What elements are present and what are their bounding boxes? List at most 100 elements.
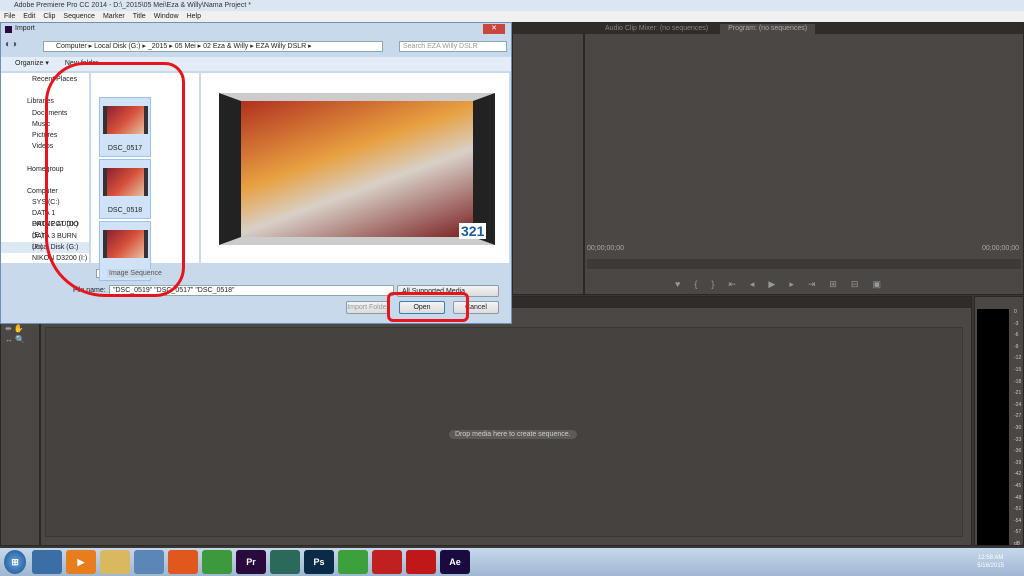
taskbar: ⊞ ▶ Pr Ps Ae 12:58 AM 5/16/2015 — [0, 548, 1024, 576]
menu-title[interactable]: Title — [133, 11, 146, 22]
meter-tick: -12 — [1014, 355, 1022, 362]
taskbar-app[interactable] — [372, 550, 402, 574]
address-bar[interactable]: Computer ▸ Local Disk (G:) ▸ _2015 ▸ 05 … — [43, 41, 383, 52]
taskbar-app[interactable] — [100, 550, 130, 574]
app-title-bar: Adobe Premiere Pro CC 2014 - D:\_2015\05… — [0, 0, 1024, 11]
taskbar-app[interactable]: Ps — [304, 550, 334, 574]
nav-item[interactable]: Computer — [1, 186, 89, 197]
taskbar-app[interactable] — [338, 550, 368, 574]
menu-window[interactable]: Window — [154, 11, 179, 22]
breadcrumb-item[interactable]: _2015 — [148, 43, 167, 50]
close-button[interactable]: ✕ — [483, 24, 505, 34]
meter-tick: 0 — [1014, 309, 1017, 315]
clock-date[interactable]: 5/16/2015 — [977, 562, 1004, 570]
taskbar-app[interactable]: Pr — [236, 550, 266, 574]
breadcrumb-item[interactable]: 02 Eza & Willy — [203, 43, 248, 50]
search-input[interactable]: Search EZA Willy DSLR — [399, 41, 507, 52]
breadcrumb-separator: ▸ — [306, 43, 312, 50]
back-forward-buttons[interactable]: ◐◑ — [5, 39, 39, 53]
taskbar-app[interactable] — [134, 550, 164, 574]
meter-tick: -9 — [1014, 343, 1019, 350]
taskbar-app[interactable] — [32, 550, 62, 574]
start-button[interactable]: ⊞ — [4, 550, 26, 574]
video-thumbnail — [103, 106, 148, 134]
nav-item[interactable]: Videos — [1, 141, 89, 152]
left-panel — [512, 22, 584, 295]
meter-tick: -42 — [1014, 471, 1022, 478]
nav-item[interactable]: Music — [1, 119, 89, 130]
meter-tick: -6 — [1014, 332, 1019, 339]
nav-item[interactable]: DATA 2 AUDIO (E:) — [1, 219, 89, 239]
program-monitor: Audio Clip Mixer: (no sequences) Program:… — [513, 22, 1024, 295]
image-sequence-label[interactable]: Image Sequence — [107, 269, 164, 278]
meter-tick: -36 — [1014, 448, 1022, 455]
tools-panel: ⇹ ✎⇼ ✋↔ 🔍 — [0, 296, 40, 546]
organize-button[interactable]: Organize ▾ — [15, 57, 49, 71]
clock-time[interactable]: 12:58 AM — [977, 554, 1004, 562]
menu-marker[interactable]: Marker — [103, 11, 125, 22]
nav-item[interactable]: Local Disk (G:) — [1, 241, 89, 253]
taskbar-app[interactable]: ▶ — [66, 550, 96, 574]
time-ruler[interactable] — [587, 259, 1021, 269]
nav-item[interactable]: DATA 1 PROJECT (D:) — [1, 208, 89, 228]
meter-tick: -54 — [1014, 517, 1022, 524]
menu-edit[interactable]: Edit — [23, 11, 35, 22]
taskbar-app[interactable] — [406, 550, 436, 574]
nav-item[interactable]: Documents — [1, 108, 89, 119]
import-dialog: Import ✕ ◐◑ Computer ▸ Local Disk (G:) ▸… — [0, 22, 512, 324]
nav-item[interactable]: Pictures — [1, 130, 89, 141]
breadcrumb-item[interactable]: Local Disk (G:) — [94, 43, 140, 50]
open-button[interactable]: Open — [399, 301, 445, 314]
filename-label: File name: — [73, 287, 106, 294]
menu-sequence[interactable]: Sequence — [63, 11, 95, 22]
meter-tick: -39 — [1014, 459, 1022, 466]
timeline-hint: Drop media here to create sequence. — [449, 430, 577, 439]
nav-item[interactable]: Libraries — [1, 96, 89, 107]
menu-help[interactable]: Help — [187, 11, 201, 22]
meter-tick: -21 — [1014, 390, 1022, 397]
tab-audio-clip-mixer[interactable]: Audio Clip Mixer: (no sequences) — [597, 24, 716, 34]
file-name: DSC_0517 — [107, 145, 143, 152]
nav-item[interactable]: DATA 3 BURN (F:) — [1, 231, 89, 251]
navigation-pane: Recent Places Libraries Documents Music Pict… — [1, 73, 89, 263]
new-folder-button[interactable]: New folder — [65, 57, 98, 71]
nav-item[interactable]: Recent Places — [1, 74, 89, 85]
meter-scale: 0 -3 -6 -9 -12 -15 -18 -21 -24 -27 -30 -33 -36 -39 -42… — [1011, 309, 1024, 547]
meter-tick: dB — [1014, 541, 1021, 547]
taskbar-app[interactable] — [270, 550, 300, 574]
preview-badge: 321 — [459, 223, 487, 239]
breadcrumb-item[interactable]: EZA Willy DSLR — [256, 43, 307, 50]
filetype-select[interactable]: All Supported Media — [397, 285, 499, 297]
breadcrumb-separator: ▸ — [167, 43, 175, 50]
tab-program[interactable]: Program: (no sequences) — [720, 23, 816, 34]
timeline-panel: ⤺ ⟲ ▣ ▾ ⤹ Drop media here to create sequ… — [40, 296, 972, 546]
taskbar-app[interactable] — [202, 550, 232, 574]
video-thumbnail — [103, 230, 148, 258]
nav-item[interactable]: Homegroup — [1, 164, 89, 175]
meter-tick: -57 — [1014, 529, 1022, 536]
taskbar-app[interactable]: Ae — [440, 550, 470, 574]
import-folder-button[interactable]: Import Folder — [346, 301, 390, 314]
breadcrumb-item[interactable]: 05 Mei — [175, 43, 196, 50]
file-item[interactable]: DSC_0517 — [99, 97, 151, 157]
preview-image — [219, 93, 495, 245]
transport-controls[interactable]: ♥{}⇤◂▶▸⇥⊞⊟▣ — [675, 279, 895, 290]
menu-clip[interactable]: Clip — [43, 11, 55, 22]
filename-input[interactable]: "DSC_0519" "DSC_0517" "DSC_0518" — [109, 285, 394, 296]
breadcrumb-item[interactable]: Computer — [56, 43, 87, 50]
nav-item[interactable]: NIKON D3200 (I:) — [1, 253, 89, 264]
file-item[interactable]: DSC_0518 — [99, 159, 151, 219]
dialog-title: Import — [15, 25, 35, 32]
timecode-right: 00;00;00;00 — [982, 245, 1019, 252]
meter-tick: -33 — [1014, 436, 1022, 443]
taskbar-app[interactable] — [168, 550, 198, 574]
breadcrumb-separator: ▸ — [140, 43, 148, 50]
nav-item[interactable]: SYS (C:) — [1, 197, 89, 208]
breadcrumb-separator: ▸ — [248, 43, 256, 50]
menu-file[interactable]: File — [4, 11, 15, 22]
cancel-button[interactable]: Cancel — [453, 301, 499, 314]
video-thumbnail — [103, 168, 148, 196]
